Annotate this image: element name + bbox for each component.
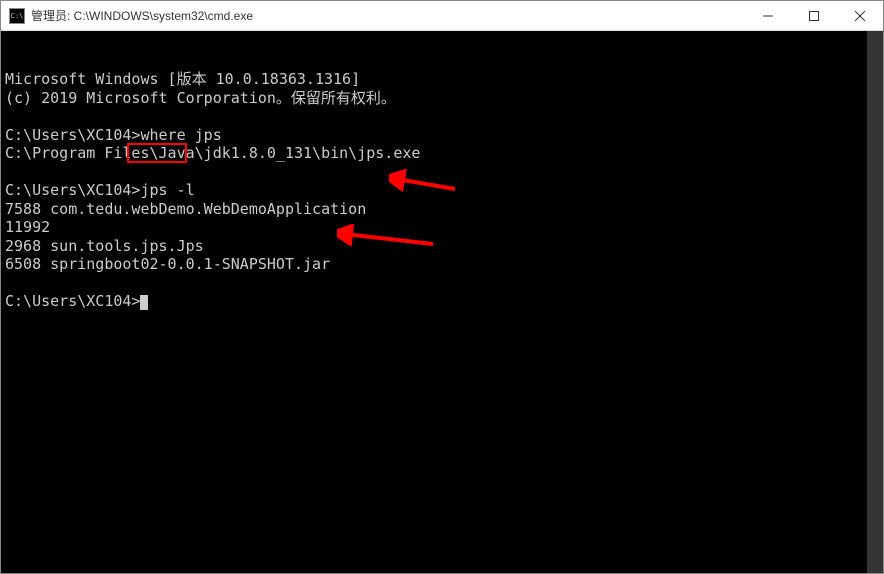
terminal-content: Microsoft Windows [版本 10.0.18363.1316](c… <box>5 70 879 311</box>
minimize-button[interactable] <box>745 1 791 30</box>
close-icon <box>855 11 865 21</box>
terminal-line: C:\Program Files\Java\jdk1.8.0_131\bin\j… <box>5 144 879 163</box>
maximize-icon <box>809 11 819 21</box>
minimize-icon <box>763 11 773 21</box>
terminal-line: 6508 springboot02-0.0.1-SNAPSHOT.jar <box>5 255 879 274</box>
scrollbar-thumb[interactable] <box>867 31 883 573</box>
terminal-line: (c) 2019 Microsoft Corporation。保留所有权利。 <box>5 89 879 108</box>
window-controls <box>745 1 883 30</box>
cmd-window: C:\ 管理员: C:\WINDOWS\system32\cmd.exe Mic… <box>0 0 884 574</box>
cursor <box>140 295 148 310</box>
terminal-line: C:\Users\XC104>where jps <box>5 126 879 145</box>
terminal-line: 7588 com.tedu.webDemo.WebDemoApplication <box>5 200 879 219</box>
cmd-icon: C:\ <box>9 8 25 24</box>
terminal-line: 2968 sun.tools.jps.Jps <box>5 237 879 256</box>
terminal-line: Microsoft Windows [版本 10.0.18363.1316] <box>5 70 879 89</box>
terminal-line <box>5 107 879 126</box>
terminal-line: 11992 <box>5 218 879 237</box>
terminal-line: C:\Users\XC104> <box>5 292 879 311</box>
window-title: 管理员: C:\WINDOWS\system32\cmd.exe <box>31 7 745 24</box>
terminal-area[interactable]: Microsoft Windows [版本 10.0.18363.1316](c… <box>1 31 883 573</box>
close-button[interactable] <box>837 1 883 30</box>
terminal-line: C:\Users\XC104>jps -l <box>5 181 879 200</box>
terminal-scrollbar[interactable] <box>867 31 883 573</box>
terminal-line <box>5 163 879 182</box>
titlebar[interactable]: C:\ 管理员: C:\WINDOWS\system32\cmd.exe <box>1 1 883 31</box>
maximize-button[interactable] <box>791 1 837 30</box>
terminal-line <box>5 274 879 293</box>
